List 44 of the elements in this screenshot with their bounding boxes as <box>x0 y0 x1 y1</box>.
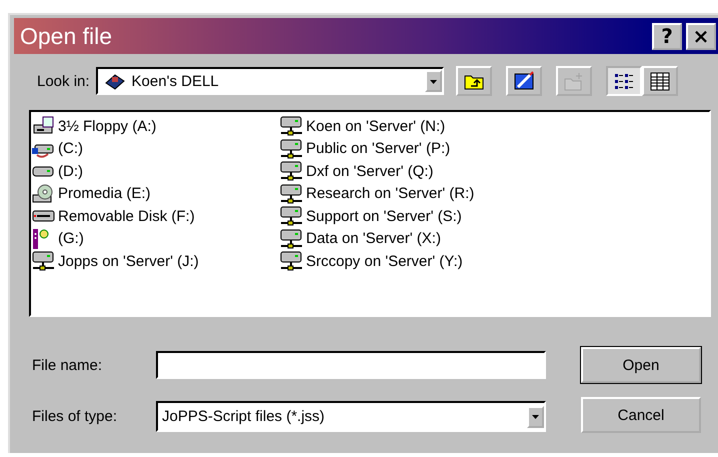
new-folder-icon <box>562 70 585 92</box>
details-view-button[interactable] <box>642 66 678 96</box>
dropdown-value: JoPPS-Script files (*.jss) <box>162 408 325 425</box>
field-label: File name: <box>32 356 104 374</box>
drive-item[interactable]: (C:) <box>58 140 83 157</box>
dropdown-value: Koen's DELL <box>132 72 219 90</box>
file-name-field[interactable] <box>156 351 546 379</box>
drive-item[interactable]: Dxf on 'Server' (Q:) <box>306 162 434 180</box>
look-in-dropdown[interactable]: Koen's DELL <box>96 67 444 95</box>
network-drive-icon <box>280 138 304 158</box>
drive-item[interactable]: (G:) <box>58 230 84 247</box>
look-in-label: Look in: <box>37 72 90 90</box>
drive-item[interactable]: 3½ Floppy (A:) <box>58 118 156 134</box>
floppy-drive-icon <box>32 116 56 136</box>
network-drive-icon <box>280 228 304 248</box>
file-type-dropdown[interactable]: JoPPS-Script files (*.jss) <box>156 401 546 432</box>
list-view-button[interactable] <box>606 66 642 96</box>
network-drive-icon <box>280 116 304 136</box>
open-button[interactable]: Open <box>581 347 701 383</box>
network-drive-icon <box>280 184 304 204</box>
network-drive-icon <box>280 161 304 181</box>
desktop-icon <box>512 70 535 92</box>
drive-item[interactable]: Public on 'Server' (P:) <box>306 140 450 157</box>
window-title: Open file <box>20 22 114 50</box>
drive-item[interactable]: Removable Disk (F:) <box>58 208 195 224</box>
drive-item[interactable]: Research on 'Server' (R:) <box>306 185 474 202</box>
drive-item[interactable]: Koen on 'Server' (N:) <box>306 118 446 134</box>
drive-item[interactable]: Data on 'Server' (X:) <box>306 230 441 247</box>
details-view-icon <box>648 70 671 92</box>
network-drive-icon <box>280 251 304 271</box>
dropdown-arrow-icon <box>530 412 541 421</box>
help-button[interactable]: ? <box>652 22 682 50</box>
drive-item[interactable]: Srccopy on 'Server' (Y:) <box>306 252 463 270</box>
drive-item[interactable]: (D:) <box>58 162 83 180</box>
cancel-button[interactable]: Cancel <box>581 397 701 433</box>
close-button[interactable]: × <box>686 22 716 50</box>
drive-item[interactable]: Support on 'Server' (S:) <box>306 208 462 224</box>
desktop-button[interactable] <box>506 66 542 96</box>
field-label: Files of type: <box>32 408 118 425</box>
drive-item[interactable]: Promedia (E:) <box>58 185 151 202</box>
network-drive-icon <box>32 251 56 271</box>
up-folder-button[interactable] <box>456 66 492 96</box>
network-drive-icon <box>280 206 304 226</box>
drive-item[interactable]: Jopps on 'Server' (J:) <box>58 252 199 270</box>
